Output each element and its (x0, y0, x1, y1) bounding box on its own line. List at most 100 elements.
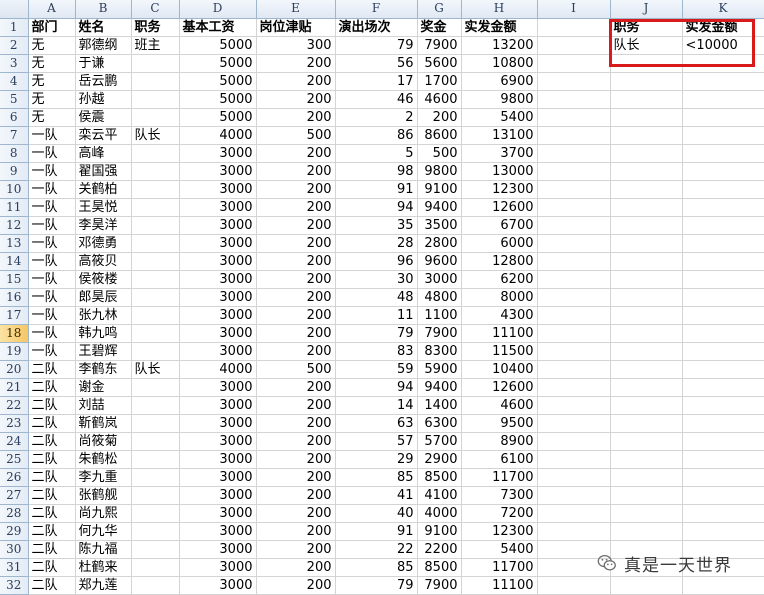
header-cell-shows[interactable]: 演出场次 (335, 18, 418, 37)
table-cell[interactable]: 王昊悦 (75, 198, 132, 217)
table-cell[interactable]: 4800 (417, 288, 462, 307)
table-cell[interactable]: 79 (335, 576, 418, 595)
empty-cell[interactable] (537, 342, 611, 361)
table-cell[interactable] (131, 450, 180, 469)
table-cell[interactable]: 5000 (179, 108, 257, 127)
table-cell[interactable]: 3000 (179, 162, 257, 181)
empty-cell[interactable] (610, 522, 683, 541)
table-cell[interactable]: 11700 (461, 468, 538, 487)
table-cell[interactable]: 3000 (417, 270, 462, 289)
row-header[interactable]: 28 (0, 504, 29, 523)
table-cell[interactable] (131, 270, 180, 289)
table-cell[interactable]: 一队 (28, 198, 76, 217)
table-cell[interactable]: 3000 (179, 144, 257, 163)
select-all-corner[interactable] (0, 0, 29, 19)
table-cell[interactable]: 3000 (179, 324, 257, 343)
table-cell[interactable]: 94 (335, 378, 418, 397)
table-cell[interactable]: 二队 (28, 468, 76, 487)
table-cell[interactable]: 85 (335, 558, 418, 577)
table-cell[interactable]: 8500 (417, 468, 462, 487)
row-header[interactable]: 5 (0, 90, 29, 109)
table-cell[interactable]: 5700 (417, 432, 462, 451)
criteria-total-cell[interactable]: <10000 (682, 36, 764, 55)
table-cell[interactable]: 一队 (28, 306, 76, 325)
row-header[interactable]: 16 (0, 288, 29, 307)
empty-cell[interactable] (537, 360, 611, 379)
table-cell[interactable] (131, 540, 180, 559)
empty-cell[interactable] (682, 234, 764, 253)
table-cell[interactable]: 200 (256, 252, 336, 271)
empty-cell[interactable] (537, 306, 611, 325)
table-cell[interactable]: 200 (256, 198, 336, 217)
table-cell[interactable]: 200 (256, 180, 336, 199)
table-cell[interactable] (131, 90, 180, 109)
table-cell[interactable]: 79 (335, 324, 418, 343)
column-header[interactable]: C (131, 0, 180, 19)
table-cell[interactable]: 4600 (417, 90, 462, 109)
empty-cell[interactable] (537, 414, 611, 433)
empty-cell[interactable] (682, 414, 764, 433)
table-cell[interactable]: 2900 (417, 450, 462, 469)
table-cell[interactable]: 11100 (461, 576, 538, 595)
table-cell[interactable]: 29 (335, 450, 418, 469)
table-cell[interactable]: 17 (335, 72, 418, 91)
table-cell[interactable]: 一队 (28, 252, 76, 271)
table-cell[interactable]: 13100 (461, 126, 538, 145)
empty-cell[interactable] (682, 324, 764, 343)
table-cell[interactable]: 班主 (131, 36, 180, 55)
row-header[interactable]: 17 (0, 306, 29, 325)
table-cell[interactable]: 28 (335, 234, 418, 253)
table-cell[interactable] (131, 486, 180, 505)
empty-cell[interactable] (610, 468, 683, 487)
empty-cell[interactable] (610, 216, 683, 235)
table-cell[interactable]: 靳鹤岚 (75, 414, 132, 433)
table-cell[interactable]: 5400 (461, 108, 538, 127)
table-cell[interactable]: 3000 (179, 216, 257, 235)
table-cell[interactable] (131, 216, 180, 235)
row-header[interactable]: 8 (0, 144, 29, 163)
empty-cell[interactable] (682, 126, 764, 145)
table-cell[interactable]: 9100 (417, 522, 462, 541)
table-cell[interactable]: 队长 (131, 126, 180, 145)
column-header[interactable]: D (179, 0, 257, 19)
empty-cell[interactable] (610, 180, 683, 199)
table-cell[interactable]: 12300 (461, 522, 538, 541)
empty-cell[interactable] (610, 486, 683, 505)
header-cell-allowance[interactable]: 岗位津贴 (256, 18, 336, 37)
table-cell[interactable]: 刘喆 (75, 396, 132, 415)
table-cell[interactable]: 5900 (417, 360, 462, 379)
empty-cell[interactable] (610, 432, 683, 451)
table-cell[interactable]: 尚九熙 (75, 504, 132, 523)
empty-cell[interactable] (610, 108, 683, 127)
table-cell[interactable]: 200 (256, 216, 336, 235)
table-cell[interactable]: 二队 (28, 576, 76, 595)
table-cell[interactable]: 6300 (417, 414, 462, 433)
table-cell[interactable]: 13000 (461, 162, 538, 181)
table-cell[interactable]: 3000 (179, 306, 257, 325)
row-header[interactable]: 32 (0, 576, 29, 595)
table-cell[interactable]: 二队 (28, 558, 76, 577)
table-cell[interactable]: 9400 (417, 378, 462, 397)
empty-cell[interactable] (537, 198, 611, 217)
header-cell-dept[interactable]: 部门 (28, 18, 76, 37)
table-cell[interactable]: 6100 (461, 450, 538, 469)
table-cell[interactable]: 200 (256, 90, 336, 109)
table-cell[interactable]: 3000 (179, 468, 257, 487)
table-cell[interactable]: 二队 (28, 396, 76, 415)
table-cell[interactable] (131, 54, 180, 73)
table-cell[interactable]: 12600 (461, 198, 538, 217)
table-cell[interactable]: 200 (256, 504, 336, 523)
table-cell[interactable]: 二队 (28, 540, 76, 559)
empty-cell[interactable] (682, 468, 764, 487)
row-header[interactable]: 30 (0, 540, 29, 559)
table-cell[interactable]: 1400 (417, 396, 462, 415)
row-header[interactable]: 14 (0, 252, 29, 271)
table-cell[interactable]: 何九华 (75, 522, 132, 541)
table-cell[interactable]: 200 (256, 576, 336, 595)
table-cell[interactable]: 500 (256, 360, 336, 379)
table-cell[interactable]: 翟国强 (75, 162, 132, 181)
table-cell[interactable]: 3000 (179, 558, 257, 577)
table-cell[interactable]: 二队 (28, 432, 76, 451)
table-cell[interactable]: 栾云平 (75, 126, 132, 145)
empty-cell[interactable] (610, 396, 683, 415)
